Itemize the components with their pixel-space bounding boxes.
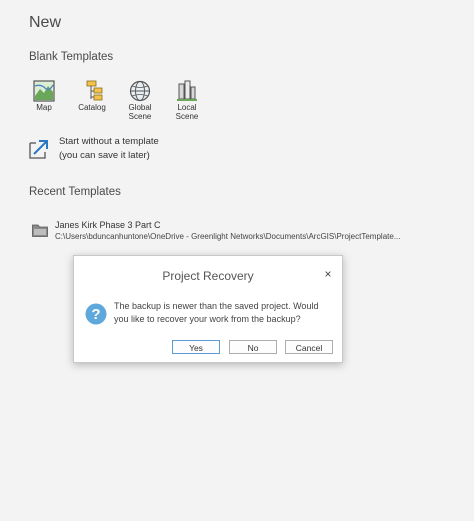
template-catalog[interactable]: Catalog bbox=[70, 80, 114, 112]
svg-text:?: ? bbox=[91, 306, 100, 323]
yes-button[interactable]: Yes bbox=[172, 340, 220, 354]
dialog-title: Project Recovery bbox=[162, 269, 254, 283]
local-scene-icon bbox=[177, 80, 197, 101]
project-recovery-dialog: Project Recovery × ? The backup is newer… bbox=[73, 255, 343, 363]
blank-templates-heading: Blank Templates bbox=[29, 51, 114, 63]
template-map[interactable]: Map bbox=[22, 80, 66, 112]
start-without-template-note: (you can save it later) bbox=[59, 150, 150, 161]
recent-template-name: Janes Kirk Phase 3 Part C bbox=[55, 220, 161, 230]
page-title: New bbox=[29, 14, 62, 31]
template-global-scene-label: Global Scene bbox=[128, 103, 152, 121]
catalog-icon bbox=[86, 80, 103, 101]
template-global-scene[interactable]: Global Scene bbox=[118, 80, 162, 121]
template-map-label: Map bbox=[36, 103, 52, 112]
no-button[interactable]: No bbox=[229, 340, 277, 354]
recent-templates-heading: Recent Templates bbox=[29, 186, 121, 198]
cancel-button[interactable]: Cancel bbox=[285, 340, 333, 354]
dialog-message: The backup is newer than the saved proje… bbox=[114, 301, 319, 324]
recent-template-path: C:\Users\bduncanhuntone\OneDrive - Green… bbox=[55, 232, 401, 241]
arrow-out-icon bbox=[29, 140, 48, 159]
new-project-page: New Blank Templates Map Catalog Global S… bbox=[0, 0, 474, 521]
start-without-template-label: Start without a template bbox=[59, 136, 159, 147]
template-local-scene-label: Local Scene bbox=[175, 103, 199, 121]
map-icon bbox=[33, 80, 55, 102]
project-template-icon bbox=[32, 224, 48, 237]
question-icon: ? bbox=[85, 303, 107, 325]
start-without-template-button[interactable]: Start without a template (you can save i… bbox=[29, 136, 229, 164]
close-icon[interactable]: × bbox=[321, 267, 335, 281]
recent-template-item[interactable]: Janes Kirk Phase 3 Part C C:\Users\bdunc… bbox=[29, 219, 449, 243]
template-catalog-label: Catalog bbox=[78, 103, 106, 112]
template-local-scene[interactable]: Local Scene bbox=[165, 80, 209, 121]
globe-icon bbox=[129, 80, 151, 102]
